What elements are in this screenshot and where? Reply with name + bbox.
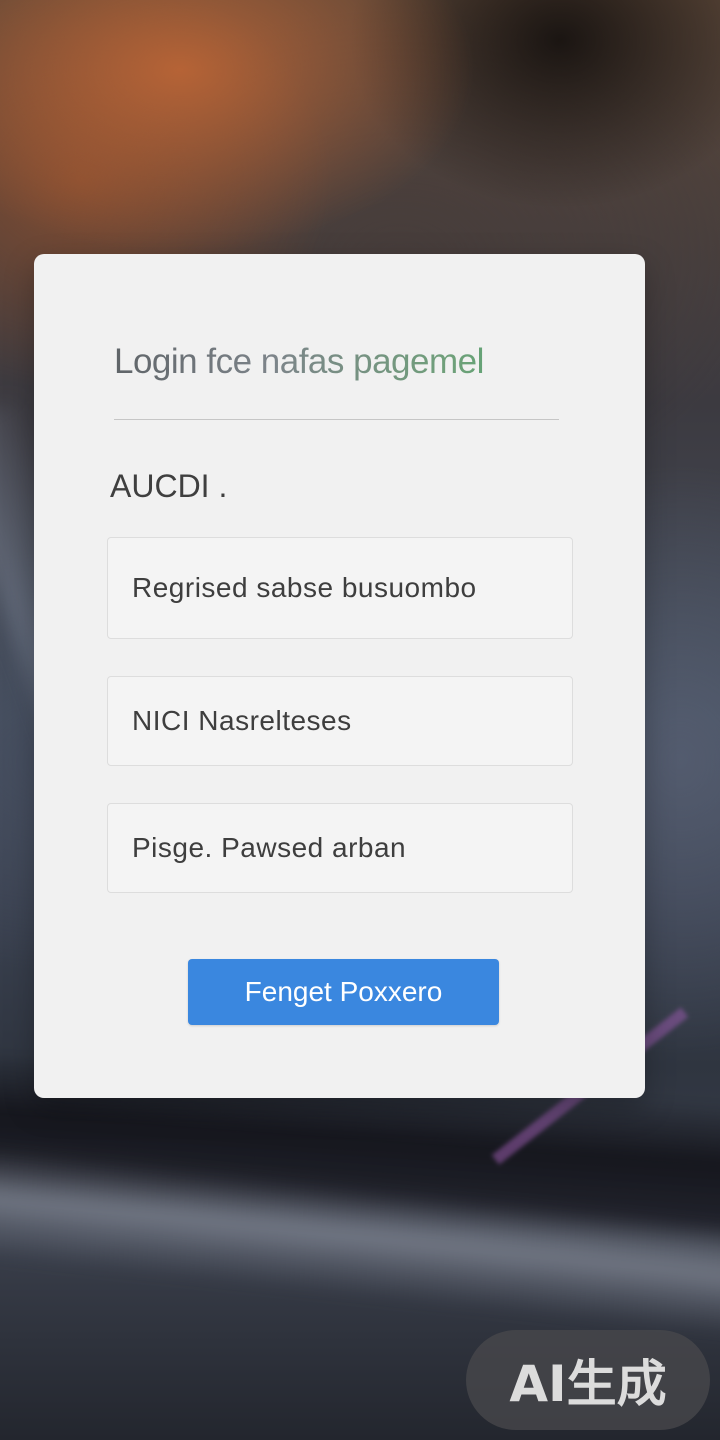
password-input-value: Pisge. Pawsed arban bbox=[132, 832, 407, 863]
first-input-value: Regrised sabse busuombo bbox=[132, 572, 477, 603]
second-input-field[interactable]: NICI Nasrelteses bbox=[107, 676, 573, 766]
login-title: Login fce nafas pagemel bbox=[114, 342, 564, 382]
password-input-field[interactable]: Pisge. Pawsed arban bbox=[107, 803, 573, 893]
section-label: AUCDI . bbox=[110, 468, 228, 504]
ai-generated-watermark: AI生成 bbox=[466, 1330, 710, 1430]
second-input-value: NICI Nasrelteses bbox=[132, 705, 352, 736]
title-divider bbox=[114, 419, 559, 420]
primary-submit-button[interactable]: Fenget Poxxero bbox=[188, 959, 499, 1025]
first-input-field[interactable]: Regrised sabse busuombo bbox=[107, 537, 573, 639]
login-card: Login fce nafas pagemel AUCDI . Regrised… bbox=[34, 254, 645, 1098]
background-light-band bbox=[0, 1143, 720, 1347]
